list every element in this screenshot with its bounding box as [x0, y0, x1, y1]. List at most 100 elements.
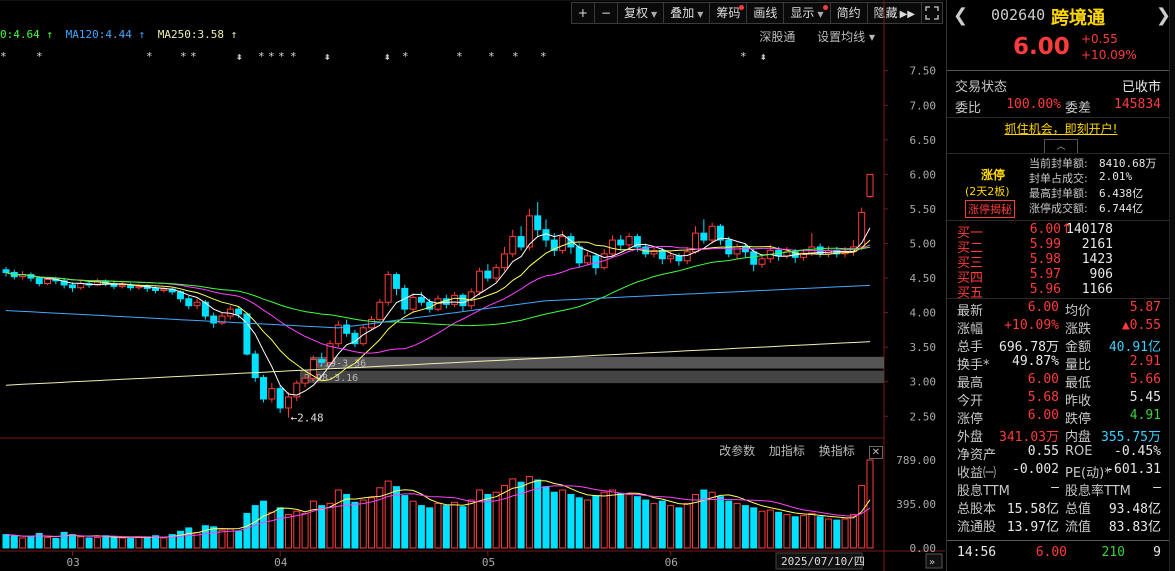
candle-body [866, 173, 874, 198]
volume-bar [118, 537, 126, 549]
volume-bar [44, 536, 52, 549]
event-marker-icon: * [488, 50, 495, 63]
kline-chart-area[interactable]: + − 复权 ▼ 叠加 ▼ 筹码 画线 显示 ▼ 简约 隐藏 ▶▶ 0:4.64 ↑ M… [0, 0, 945, 571]
volume-bar [791, 516, 799, 549]
stat-label: 量比 [1065, 358, 1092, 373]
volume-bar [567, 493, 575, 549]
volume-bar [467, 499, 475, 549]
stat-label: 涨跌 [1065, 322, 1092, 337]
collapse-up-icon[interactable]: ︿ [1044, 139, 1078, 153]
stat-label: ROE [1065, 444, 1093, 459]
volume-bar [359, 499, 367, 549]
volume-bar [226, 528, 234, 549]
volume-bar [243, 512, 251, 549]
volume-bar [600, 491, 608, 549]
stat-value: -601.31 [1106, 462, 1161, 477]
tick-time: 14:56 [957, 545, 997, 560]
stat-label: 总值 [1065, 502, 1092, 517]
stat-value: 83.83亿 [1108, 520, 1161, 535]
divider [947, 220, 1175, 221]
volume-bar [343, 493, 351, 549]
tick-price: 6.00 [1035, 545, 1067, 560]
stat-value: 0.55 [1027, 444, 1059, 459]
stats-row: 流通股 13.97亿 流值 83.83亿 [947, 516, 1175, 535]
candle-body [700, 232, 708, 241]
event-marker-icon: * [180, 50, 187, 63]
candle-body [476, 270, 484, 293]
event-marker-icon: * [146, 50, 153, 63]
volume-bar [127, 538, 135, 549]
event-marker-icon: * [0, 50, 7, 63]
candle-body [617, 239, 625, 246]
side-scroll-strip[interactable] [1169, 0, 1175, 571]
candle-body [658, 249, 666, 260]
stock-name: 跨境通 [1051, 8, 1105, 29]
volume-bar [476, 489, 484, 549]
divider [947, 70, 1175, 71]
chip-band-2 [300, 370, 884, 384]
candle-body [301, 377, 309, 384]
volume-bar [783, 514, 791, 549]
bid-price: 5.98 [1029, 252, 1061, 267]
stat-value: -0.45% [1114, 444, 1161, 459]
stat-value: 5.87 [1129, 300, 1161, 315]
volume-bar [160, 537, 168, 549]
bid-price: 5.96 [1029, 282, 1061, 297]
volume-bar [409, 500, 417, 549]
volume-bar [750, 507, 758, 549]
volume-bar [102, 535, 110, 549]
double-chevron-right-icon: » [929, 557, 935, 568]
month-label: 05 [482, 556, 495, 569]
volume-bar [52, 538, 60, 549]
candle-body [359, 327, 367, 345]
event-marker-icon: * [402, 50, 409, 63]
candle-body [733, 246, 741, 255]
stat-label: PE(动)* [1065, 466, 1111, 481]
volume-bar [683, 502, 691, 549]
event-marker-icon: * [290, 50, 297, 63]
volume-bar [334, 489, 342, 549]
stat-label: 涨幅 [957, 322, 984, 337]
volume-bar [442, 505, 450, 549]
volume-bar [210, 526, 218, 549]
stat-label: 最新 [957, 304, 984, 319]
bid-price: 6.00 [1029, 222, 1061, 237]
volume-bar [625, 493, 633, 549]
stat-label: 换手* [957, 358, 990, 373]
back-chevron-icon[interactable]: ❮ [953, 5, 968, 26]
quote-panel: ❮ 002640 跨境通 ❯ 6.00 +0.55 +10.09% 交易状态 已… [946, 0, 1175, 571]
chip-band-1 [310, 356, 884, 369]
price-axis-label: 2.50 [910, 410, 937, 423]
volume-bar [276, 507, 284, 549]
stat-value: 6.00 [1027, 300, 1059, 315]
bid-volume: 906 [1089, 267, 1113, 282]
event-marker-icon: * [190, 50, 197, 63]
candle-body [185, 298, 193, 307]
volume-bar [766, 509, 774, 549]
volume-bar [459, 506, 467, 549]
stat-value: 40.91亿 [1108, 340, 1161, 355]
stock-code: 002640 [991, 6, 1046, 24]
price-axis-label: 5.00 [910, 238, 937, 251]
volume-bar [301, 512, 309, 549]
stat-value: 5.68 [1027, 390, 1059, 405]
event-marker-icon: * [540, 50, 547, 63]
month-label: 04 [274, 556, 288, 569]
stat-label: 流值 [1065, 520, 1092, 535]
stat-value: 696.78万 [999, 340, 1059, 355]
volume-bar [725, 500, 733, 549]
volume-bar [858, 485, 866, 549]
candle-body [376, 301, 384, 321]
low-price-annotation: ←2.48 [290, 412, 323, 425]
stats-row: 最高 6.00 最低 5.66 [947, 372, 1175, 391]
candle-body [384, 274, 392, 303]
month-label: 06 [665, 556, 678, 569]
volume-bar [800, 515, 808, 549]
stats-row: 净资产 0.55 ROE -0.45% [947, 444, 1175, 463]
price-axis-label: 4.00 [910, 307, 937, 320]
volume-bar [326, 502, 334, 549]
price-axis-label: 7.50 [910, 65, 937, 78]
volume-bar [658, 500, 666, 549]
volume-bar [351, 501, 359, 549]
open-account-promo-link[interactable]: 抓住机会，即刻开户! [947, 120, 1175, 137]
